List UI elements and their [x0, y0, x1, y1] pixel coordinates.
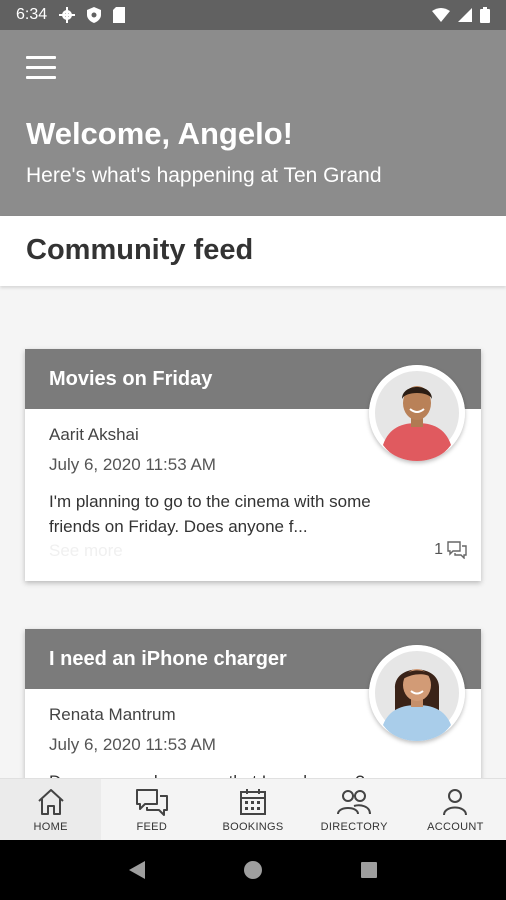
- person-icon: [443, 788, 468, 815]
- tab-label: HOME: [33, 820, 68, 833]
- sd-card-icon: [113, 7, 126, 23]
- recents-icon[interactable]: [359, 860, 379, 880]
- people-icon: [337, 789, 372, 814]
- post-date: July 6, 2020 11:53 AM: [49, 455, 216, 474]
- menu-icon-bar: [26, 76, 56, 79]
- see-more-link[interactable]: See more: [49, 541, 457, 561]
- chat-icon: [135, 788, 168, 816]
- settings-icon: [59, 7, 76, 23]
- comment-count-value: 1: [434, 541, 443, 558]
- post-body: Renata Mantrum July 6, 2020 11:53 AM Doe…: [25, 689, 481, 778]
- comments-icon: [447, 541, 467, 559]
- tab-feed[interactable]: FEED: [101, 779, 202, 841]
- tab-label: BOOKINGS: [222, 820, 284, 833]
- status-bar: 6:34: [0, 0, 506, 30]
- bottom-tab-bar: HOME FEED BOOKINGS DIRECTORY ACCOUNT: [0, 778, 506, 841]
- wifi-icon: [432, 8, 450, 22]
- back-icon[interactable]: [127, 859, 147, 881]
- post-card[interactable]: Movies on Friday Aarit Akshai July 6, 20…: [25, 349, 481, 581]
- post-body: Aarit Akshai July 6, 2020 11:53 AM I'm p…: [25, 409, 481, 573]
- section-header: Community feed: [0, 216, 506, 286]
- welcome-title: Welcome, Angelo!: [26, 116, 293, 151]
- menu-button[interactable]: [26, 56, 56, 80]
- welcome-subtitle: Here's what's happening at Ten Grand: [26, 164, 382, 187]
- status-time: 6:34: [16, 6, 48, 23]
- post-text: I'm planning to go to the cinema with so…: [49, 492, 371, 536]
- signal-icon: [458, 8, 472, 22]
- post-author: Renata Mantrum: [49, 705, 176, 724]
- tab-directory[interactable]: DIRECTORY: [304, 779, 405, 841]
- tab-label: FEED: [136, 820, 168, 833]
- comment-count[interactable]: 1: [434, 541, 467, 559]
- tab-account[interactable]: ACCOUNT: [405, 779, 506, 841]
- tab-bookings[interactable]: BOOKINGS: [202, 779, 303, 841]
- tab-label: DIRECTORY: [320, 820, 388, 833]
- shield-icon: [87, 7, 102, 23]
- section-title: Community feed: [26, 234, 254, 266]
- menu-icon-bar: [26, 66, 56, 69]
- post-card[interactable]: I need an iPhone charger Renata Mantrum …: [25, 629, 481, 778]
- system-nav-bar: [0, 840, 506, 900]
- menu-icon-bar: [26, 56, 56, 59]
- calendar-icon: [240, 788, 266, 815]
- post-date: July 6, 2020 11:53 AM: [49, 735, 216, 754]
- tab-home[interactable]: HOME: [0, 779, 102, 841]
- battery-icon: [480, 7, 490, 23]
- home-circle-icon[interactable]: [242, 859, 264, 881]
- post-author: Aarit Akshai: [49, 425, 139, 444]
- home-icon: [37, 788, 64, 815]
- post-text: Does anyone have one that I can borrow?: [49, 769, 409, 778]
- welcome-header: Welcome, Angelo! Here's what's happening…: [0, 30, 506, 216]
- community-feed[interactable]: Movies on Friday Aarit Akshai July 6, 20…: [0, 286, 506, 778]
- tab-label: ACCOUNT: [427, 820, 484, 833]
